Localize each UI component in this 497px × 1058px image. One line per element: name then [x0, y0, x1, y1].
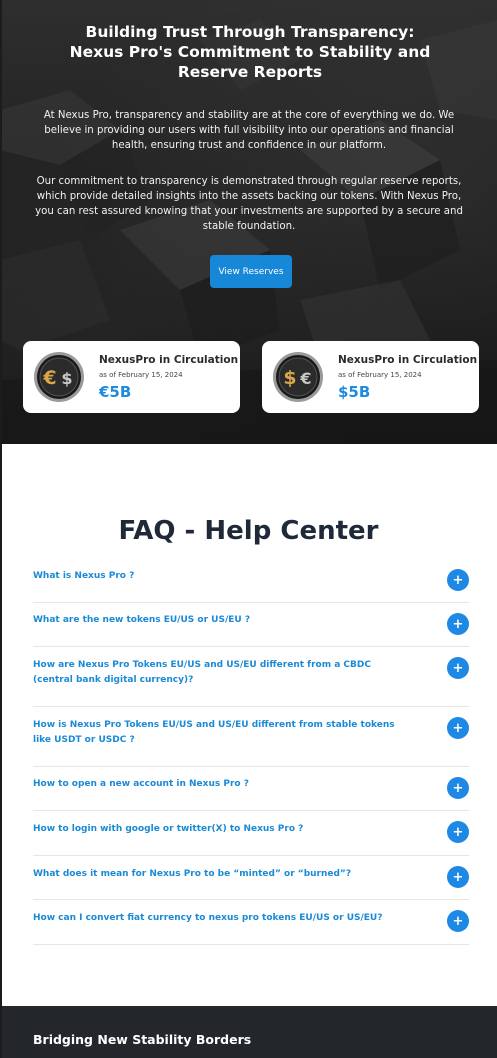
faq-question[interactable]: How is Nexus Pro Tokens EU/US and US/EU …: [33, 718, 413, 748]
card-date: as of February 15, 2024: [338, 371, 422, 379]
expand-plus-icon[interactable]: +: [447, 569, 469, 591]
expand-plus-icon[interactable]: +: [447, 777, 469, 799]
hero-paragraph-2: Our commitment to transparency is demons…: [35, 176, 463, 232]
card-title: NexusPro in Circulation: [338, 354, 478, 366]
circulation-card-eur: € $ NexusPro in Circulation as of Februa…: [23, 341, 240, 413]
coin-symbol-left: €: [42, 367, 56, 389]
card-date: as of February 15, 2024: [99, 371, 183, 379]
faq-question[interactable]: How to login with google or twitter(X) t…: [33, 822, 413, 837]
coin-symbol-right: €: [299, 369, 311, 388]
hero-title-line: Nexus Pro's Commitment to Stability and: [69, 43, 431, 61]
circulation-card-usd: $ € NexusPro in Circulation as of Februa…: [262, 341, 479, 413]
euro-dollar-coin-icon: € $: [34, 352, 84, 402]
faq-question[interactable]: How to open a new account in Nexus Pro ?: [33, 777, 413, 792]
faq-item[interactable]: What does it mean for Nexus Pro to be “m…: [33, 855, 469, 900]
faq-item[interactable]: How can I convert fiat currency to nexus…: [33, 899, 469, 945]
hero-title: Building Trust Through Transparency: Nex…: [50, 22, 450, 82]
faq-item[interactable]: How is Nexus Pro Tokens EU/US and US/EU …: [33, 706, 469, 767]
footer: Bridging New Stability Borders: [0, 1006, 497, 1058]
hero-title-line: Reserve Reports: [177, 63, 323, 81]
expand-plus-icon[interactable]: +: [447, 717, 469, 739]
expand-plus-icon[interactable]: +: [447, 657, 469, 679]
card-value: $5B: [338, 383, 371, 401]
dollar-euro-coin-icon: $ €: [273, 352, 323, 402]
footer-title: Bridging New Stability Borders: [33, 1032, 252, 1047]
faq-item[interactable]: How to login with google or twitter(X) t…: [33, 810, 469, 856]
faq-question[interactable]: What are the new tokens EU/US or US/EU ?: [33, 613, 413, 628]
faq-item[interactable]: How are Nexus Pro Tokens EU/US and US/EU…: [33, 646, 469, 707]
expand-plus-icon[interactable]: +: [447, 613, 469, 635]
faq-question[interactable]: What is Nexus Pro ?: [33, 569, 413, 584]
faq-title: FAQ - Help Center: [118, 516, 379, 546]
card-value: €5B: [99, 383, 132, 401]
faq-question[interactable]: How can I convert fiat currency to nexus…: [33, 911, 413, 926]
coin-symbol-left: $: [283, 367, 296, 389]
hero-title-line: Building Trust Through Transparency:: [85, 23, 415, 41]
faq-item[interactable]: What are the new tokens EU/US or US/EU ?…: [33, 602, 469, 647]
faq-question[interactable]: What does it mean for Nexus Pro to be “m…: [33, 867, 413, 882]
faq-question[interactable]: How are Nexus Pro Tokens EU/US and US/EU…: [33, 658, 413, 688]
card-title: NexusPro in Circulation: [99, 354, 239, 366]
expand-plus-icon[interactable]: +: [447, 910, 469, 932]
coin-symbol-right: $: [61, 369, 72, 388]
expand-plus-icon[interactable]: +: [447, 866, 469, 888]
hero-section: Building Trust Through Transparency: Nex…: [0, 0, 497, 444]
expand-plus-icon[interactable]: +: [447, 821, 469, 843]
faq-item[interactable]: What is Nexus Pro ? +: [33, 559, 469, 603]
faq-item[interactable]: How to open a new account in Nexus Pro ?…: [33, 766, 469, 811]
hero-paragraph-1: At Nexus Pro, transparency and stability…: [43, 110, 455, 151]
window-left-border: [0, 0, 2, 1058]
view-reserves-button[interactable]: View Reserves: [210, 255, 292, 288]
